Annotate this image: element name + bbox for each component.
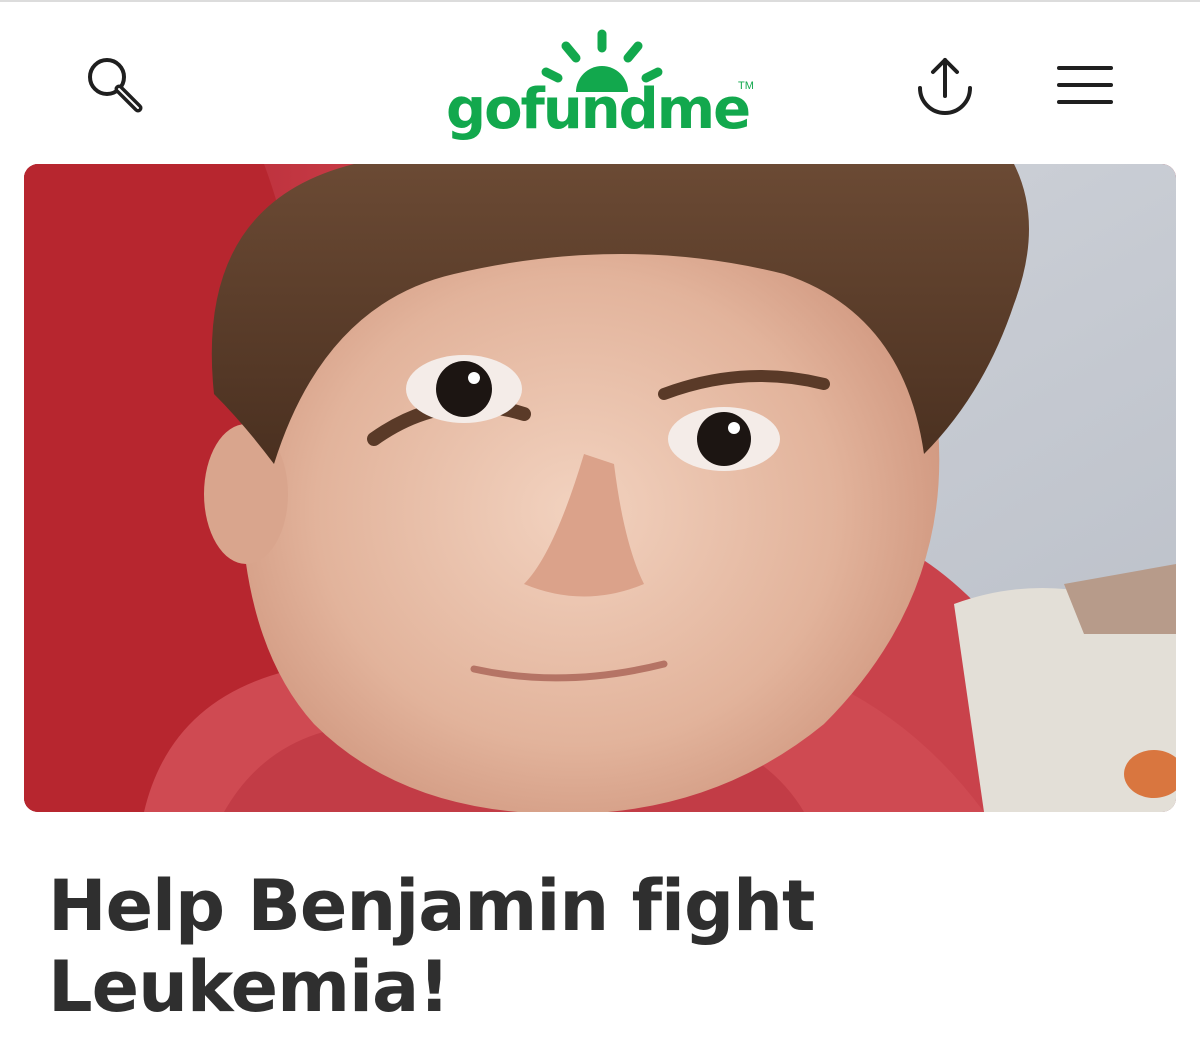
campaign-hero-image[interactable] (24, 164, 1176, 812)
search-icon (88, 58, 143, 113)
menu-icon (1057, 66, 1113, 104)
site-header: gofundme TM (0, 2, 1200, 160)
menu-button[interactable] (1048, 54, 1122, 116)
search-button[interactable] (78, 50, 150, 118)
trademark-mark: TM (738, 80, 754, 92)
gofundme-logo[interactable]: gofundme TM (446, 28, 758, 142)
logo-wordmark: gofundme (446, 77, 751, 142)
campaign-title: Help Benjamin fight Leukemia! (48, 865, 815, 1029)
boy-portrait-photo (24, 164, 1176, 812)
share-icon (918, 58, 972, 115)
share-button[interactable] (908, 50, 982, 120)
